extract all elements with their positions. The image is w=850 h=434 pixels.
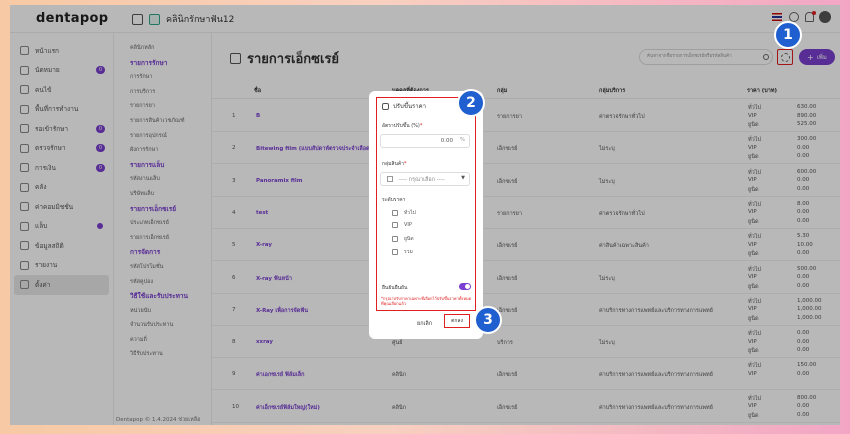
gear-icon [382, 102, 389, 110]
tier-checkbox-all[interactable]: รวม [392, 248, 413, 256]
group-label: กลุ่มสินค้า* [382, 161, 407, 167]
cancel-button[interactable]: ยกเลิก [417, 320, 432, 328]
modal-title: ปรับขึ้นราคา [382, 101, 426, 111]
tier-label: ระดับราคา [382, 197, 406, 203]
group-select[interactable]: ---- กรุณาเลือก ---- ▼ [380, 172, 470, 186]
warning-text: *กรุณาปรับราคาเฉพาะที่เลือกไว้ปรับขึ้นรา… [381, 296, 472, 306]
tier-checkbox-general[interactable]: ทั่วไป [392, 209, 416, 217]
confirm-label: ยืนยันยืนยัน [382, 285, 408, 291]
chevron-down-icon: ▼ [461, 175, 465, 181]
tier-checkbox-unit[interactable]: ยูนิด [392, 235, 414, 243]
confirm-toggle[interactable] [459, 283, 471, 290]
layers-icon [387, 176, 393, 182]
ok-button[interactable]: ตกลง [444, 314, 470, 328]
percent-field[interactable]: 0.00% [380, 134, 470, 148]
percent-icon: % [459, 137, 465, 143]
step-marker-2: 2 [457, 89, 485, 117]
tier-checkbox-vip[interactable]: VIP [392, 222, 412, 228]
step-marker-1: 1 [774, 21, 802, 49]
percent-label: อัตราปรับขึ้น (%)* [382, 123, 423, 129]
step-marker-3: 3 [474, 306, 502, 334]
